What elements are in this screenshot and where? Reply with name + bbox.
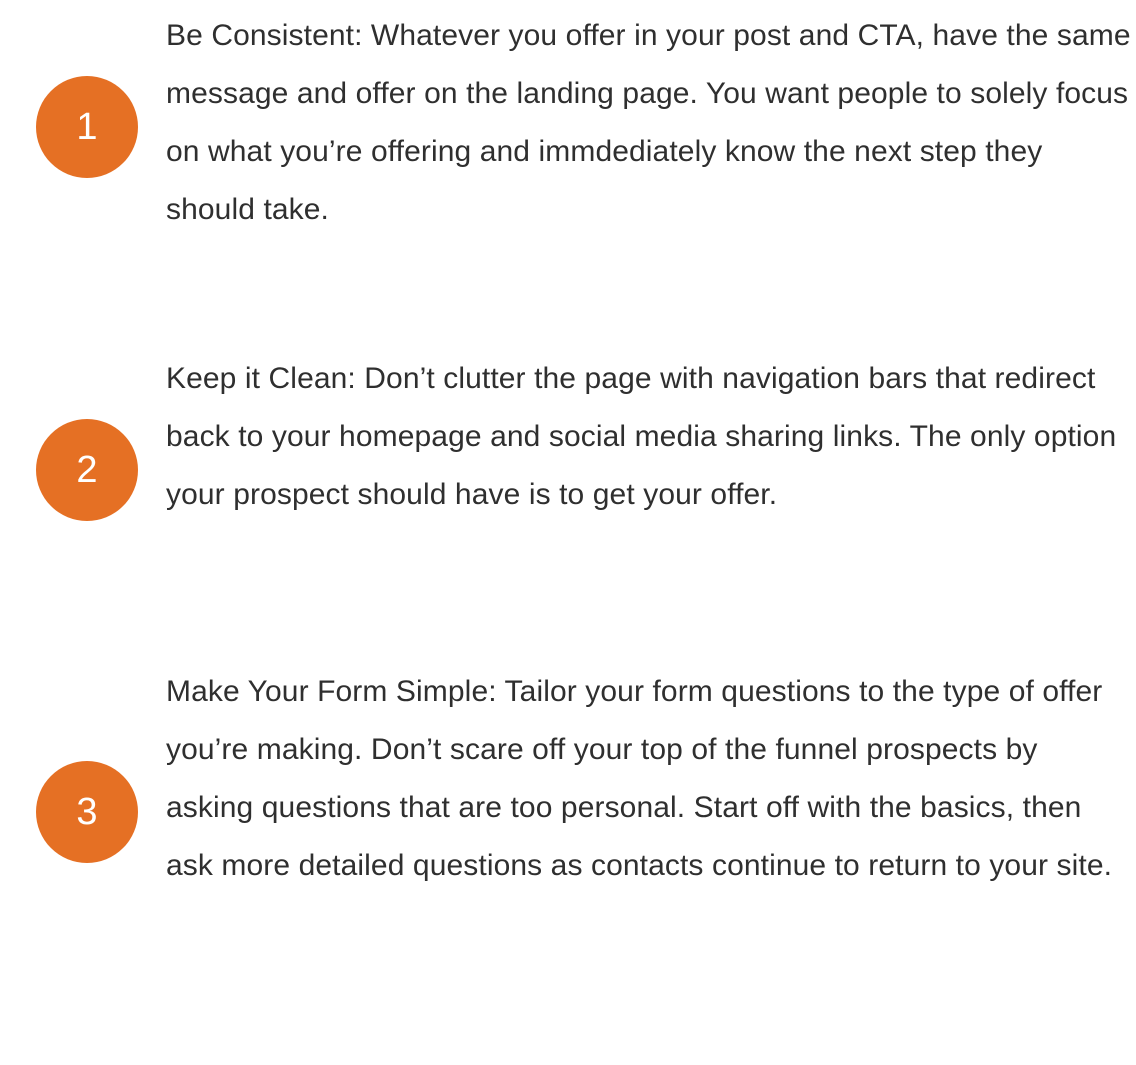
tip-number-badge: 3 bbox=[36, 761, 138, 863]
tip-text: Make Your Form Simple: Tailor your form … bbox=[166, 675, 1113, 882]
tip-number: 2 bbox=[76, 448, 98, 491]
tip-number: 1 bbox=[76, 105, 98, 148]
tip-number-badge: 2 bbox=[36, 419, 138, 521]
tip-number-badge: 1 bbox=[36, 76, 138, 178]
tip-text: Keep it Clean: Don’t clutter the page wi… bbox=[166, 362, 1117, 511]
tip-text: Be Consistent: Whatever you offer in you… bbox=[166, 19, 1131, 226]
tip-number: 3 bbox=[76, 790, 98, 833]
